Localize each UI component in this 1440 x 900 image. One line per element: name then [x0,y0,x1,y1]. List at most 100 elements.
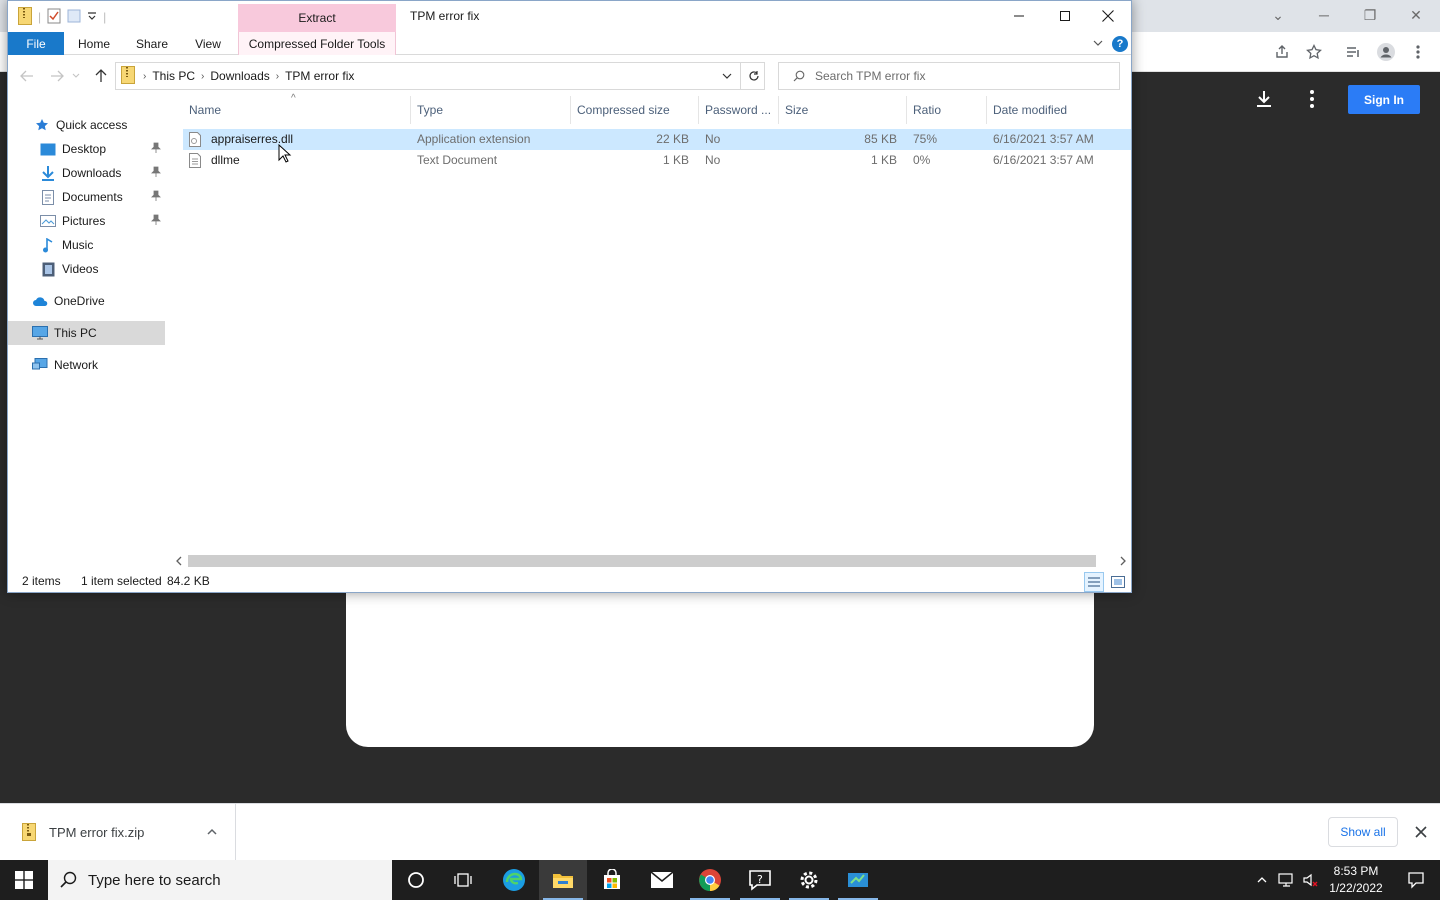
mail-icon[interactable] [638,860,686,900]
feedback-hub-icon[interactable]: ? [736,860,784,900]
chrome-restore-button[interactable]: ❐ [1352,4,1388,26]
tab-file[interactable]: File [8,32,64,55]
taskbar-search-input[interactable]: Type here to search [48,860,392,900]
file-name-cell[interactable]: appraiserres.dll [183,129,411,150]
column-compressed-size[interactable]: Compressed size [571,96,699,124]
table-row[interactable]: appraiserres.dll Application extension 2… [183,129,1131,150]
nav-documents[interactable]: Documents [8,185,165,209]
column-ratio[interactable]: Ratio [907,96,987,124]
chevron-up-icon[interactable] [204,824,220,840]
help-icon[interactable]: ? [1112,36,1128,52]
nav-onedrive[interactable]: OneDrive [8,289,165,313]
system-clock[interactable]: 8:53 PM 1/22/2022 [1328,863,1384,897]
nav-onedrive-label: OneDrive [54,294,105,308]
scrollbar-thumb[interactable] [188,555,1096,567]
tab-home[interactable]: Home [70,32,118,55]
nav-network[interactable]: Network [8,353,165,377]
column-name[interactable]: Name [183,96,411,124]
reading-list-icon[interactable] [1341,40,1365,64]
cortana-icon[interactable] [392,860,440,900]
nav-videos-label: Videos [62,262,99,276]
column-size[interactable]: Size [779,96,907,124]
sign-in-button[interactable]: Sign In [1348,85,1420,114]
new-folder-icon[interactable] [67,9,81,26]
nav-videos[interactable]: Videos [8,257,165,281]
customize-qat-icon[interactable] [87,10,97,24]
nav-desktop[interactable]: Desktop [8,137,165,161]
nav-downloads[interactable]: Downloads [8,161,165,185]
nav-desktop-label: Desktop [62,142,107,156]
app-window-icon[interactable] [834,860,882,900]
details-view-icon[interactable] [1084,572,1104,592]
profile-avatar-icon[interactable] [1374,40,1398,64]
show-all-button[interactable]: Show all [1328,817,1398,847]
large-icons-view-icon[interactable] [1108,572,1128,592]
file-name-cell[interactable]: dllme [183,150,411,171]
column-type[interactable]: Type [411,96,571,124]
horizontal-scrollbar[interactable] [171,552,1131,569]
task-view-icon[interactable] [440,860,488,900]
edge-browser-icon[interactable] [490,860,538,900]
tab-share[interactable]: Share [128,32,176,55]
bookmark-star-icon[interactable] [1302,40,1326,64]
properties-icon[interactable] [47,8,61,27]
status-size: 84.2 KB [167,574,210,588]
nav-this-pc[interactable]: This PC [8,321,165,345]
window-title: TPM error fix [410,9,480,23]
breadcrumb-this-pc[interactable]: This PC [152,69,195,83]
close-button[interactable] [1085,1,1131,31]
column-password[interactable]: Password ... [699,96,779,124]
chrome-icon[interactable] [686,860,734,900]
breadcrumb-downloads[interactable]: Downloads [210,69,269,83]
tab-compressed-folder-tools[interactable]: Compressed Folder Tools [238,32,396,55]
chrome-close-button[interactable]: ✕ [1398,4,1434,26]
maximize-button[interactable] [1042,1,1088,31]
breadcrumb-separator[interactable]: › [143,71,146,82]
search-input[interactable]: Search TPM error fix [778,62,1120,90]
scroll-right-icon[interactable] [1117,555,1129,567]
pin-icon[interactable] [151,190,163,202]
expand-ribbon-icon[interactable] [1092,37,1104,49]
up-arrow-icon[interactable] [92,67,110,85]
column-date-modified[interactable]: Date modified [987,96,1131,124]
volume-muted-icon[interactable] [1299,860,1323,900]
settings-gear-icon[interactable] [785,860,833,900]
chrome-tab-search-icon[interactable]: ⌄ [1260,4,1296,26]
minimize-button[interactable] [996,1,1042,31]
breadcrumb-separator[interactable]: › [201,71,204,82]
microsoft-store-icon[interactable] [588,860,636,900]
desktop-icon [40,141,56,157]
forward-arrow-icon[interactable] [48,67,66,85]
notifications-icon[interactable] [1392,860,1440,900]
extract-context-tab[interactable]: Extract [238,4,396,32]
refresh-icon[interactable] [740,63,766,89]
back-arrow-icon[interactable] [18,67,36,85]
chevron-up-icon[interactable] [1250,860,1274,900]
breadcrumb-tpm-error-fix[interactable]: TPM error fix [285,69,354,83]
pin-icon[interactable] [151,214,163,226]
file-explorer-icon[interactable] [539,860,587,900]
chrome-menu-icon[interactable] [1406,40,1430,64]
tab-view[interactable]: View [184,32,232,55]
table-row[interactable]: dllme Text Document 1 KB No 1 KB 0% 6/16… [183,150,1131,171]
pin-icon[interactable] [151,166,163,178]
nav-pictures-label: Pictures [62,214,106,228]
nav-music[interactable]: Music [8,233,165,257]
pin-icon[interactable] [151,142,163,154]
address-bar[interactable]: › This PC › Downloads › TPM error fix [115,62,765,90]
chrome-minimize-button[interactable]: ─ [1306,4,1342,26]
nav-pictures[interactable]: Pictures [8,209,165,233]
share-icon[interactable] [1270,40,1294,64]
nav-quick-access[interactable]: Quick access [8,113,165,137]
scroll-left-icon[interactable] [173,555,185,567]
page-more-icon[interactable] [1300,87,1324,111]
chevron-down-icon[interactable] [714,63,740,89]
download-item[interactable]: TPM error fix.zip [0,804,236,860]
download-icon[interactable] [1252,87,1276,111]
network-icon[interactable] [1275,860,1299,900]
recent-locations-icon[interactable] [70,67,82,85]
start-button[interactable] [0,860,48,900]
breadcrumb-separator[interactable]: › [276,71,279,82]
close-icon[interactable] [1413,824,1429,840]
folder-zip-icon[interactable] [18,6,32,28]
